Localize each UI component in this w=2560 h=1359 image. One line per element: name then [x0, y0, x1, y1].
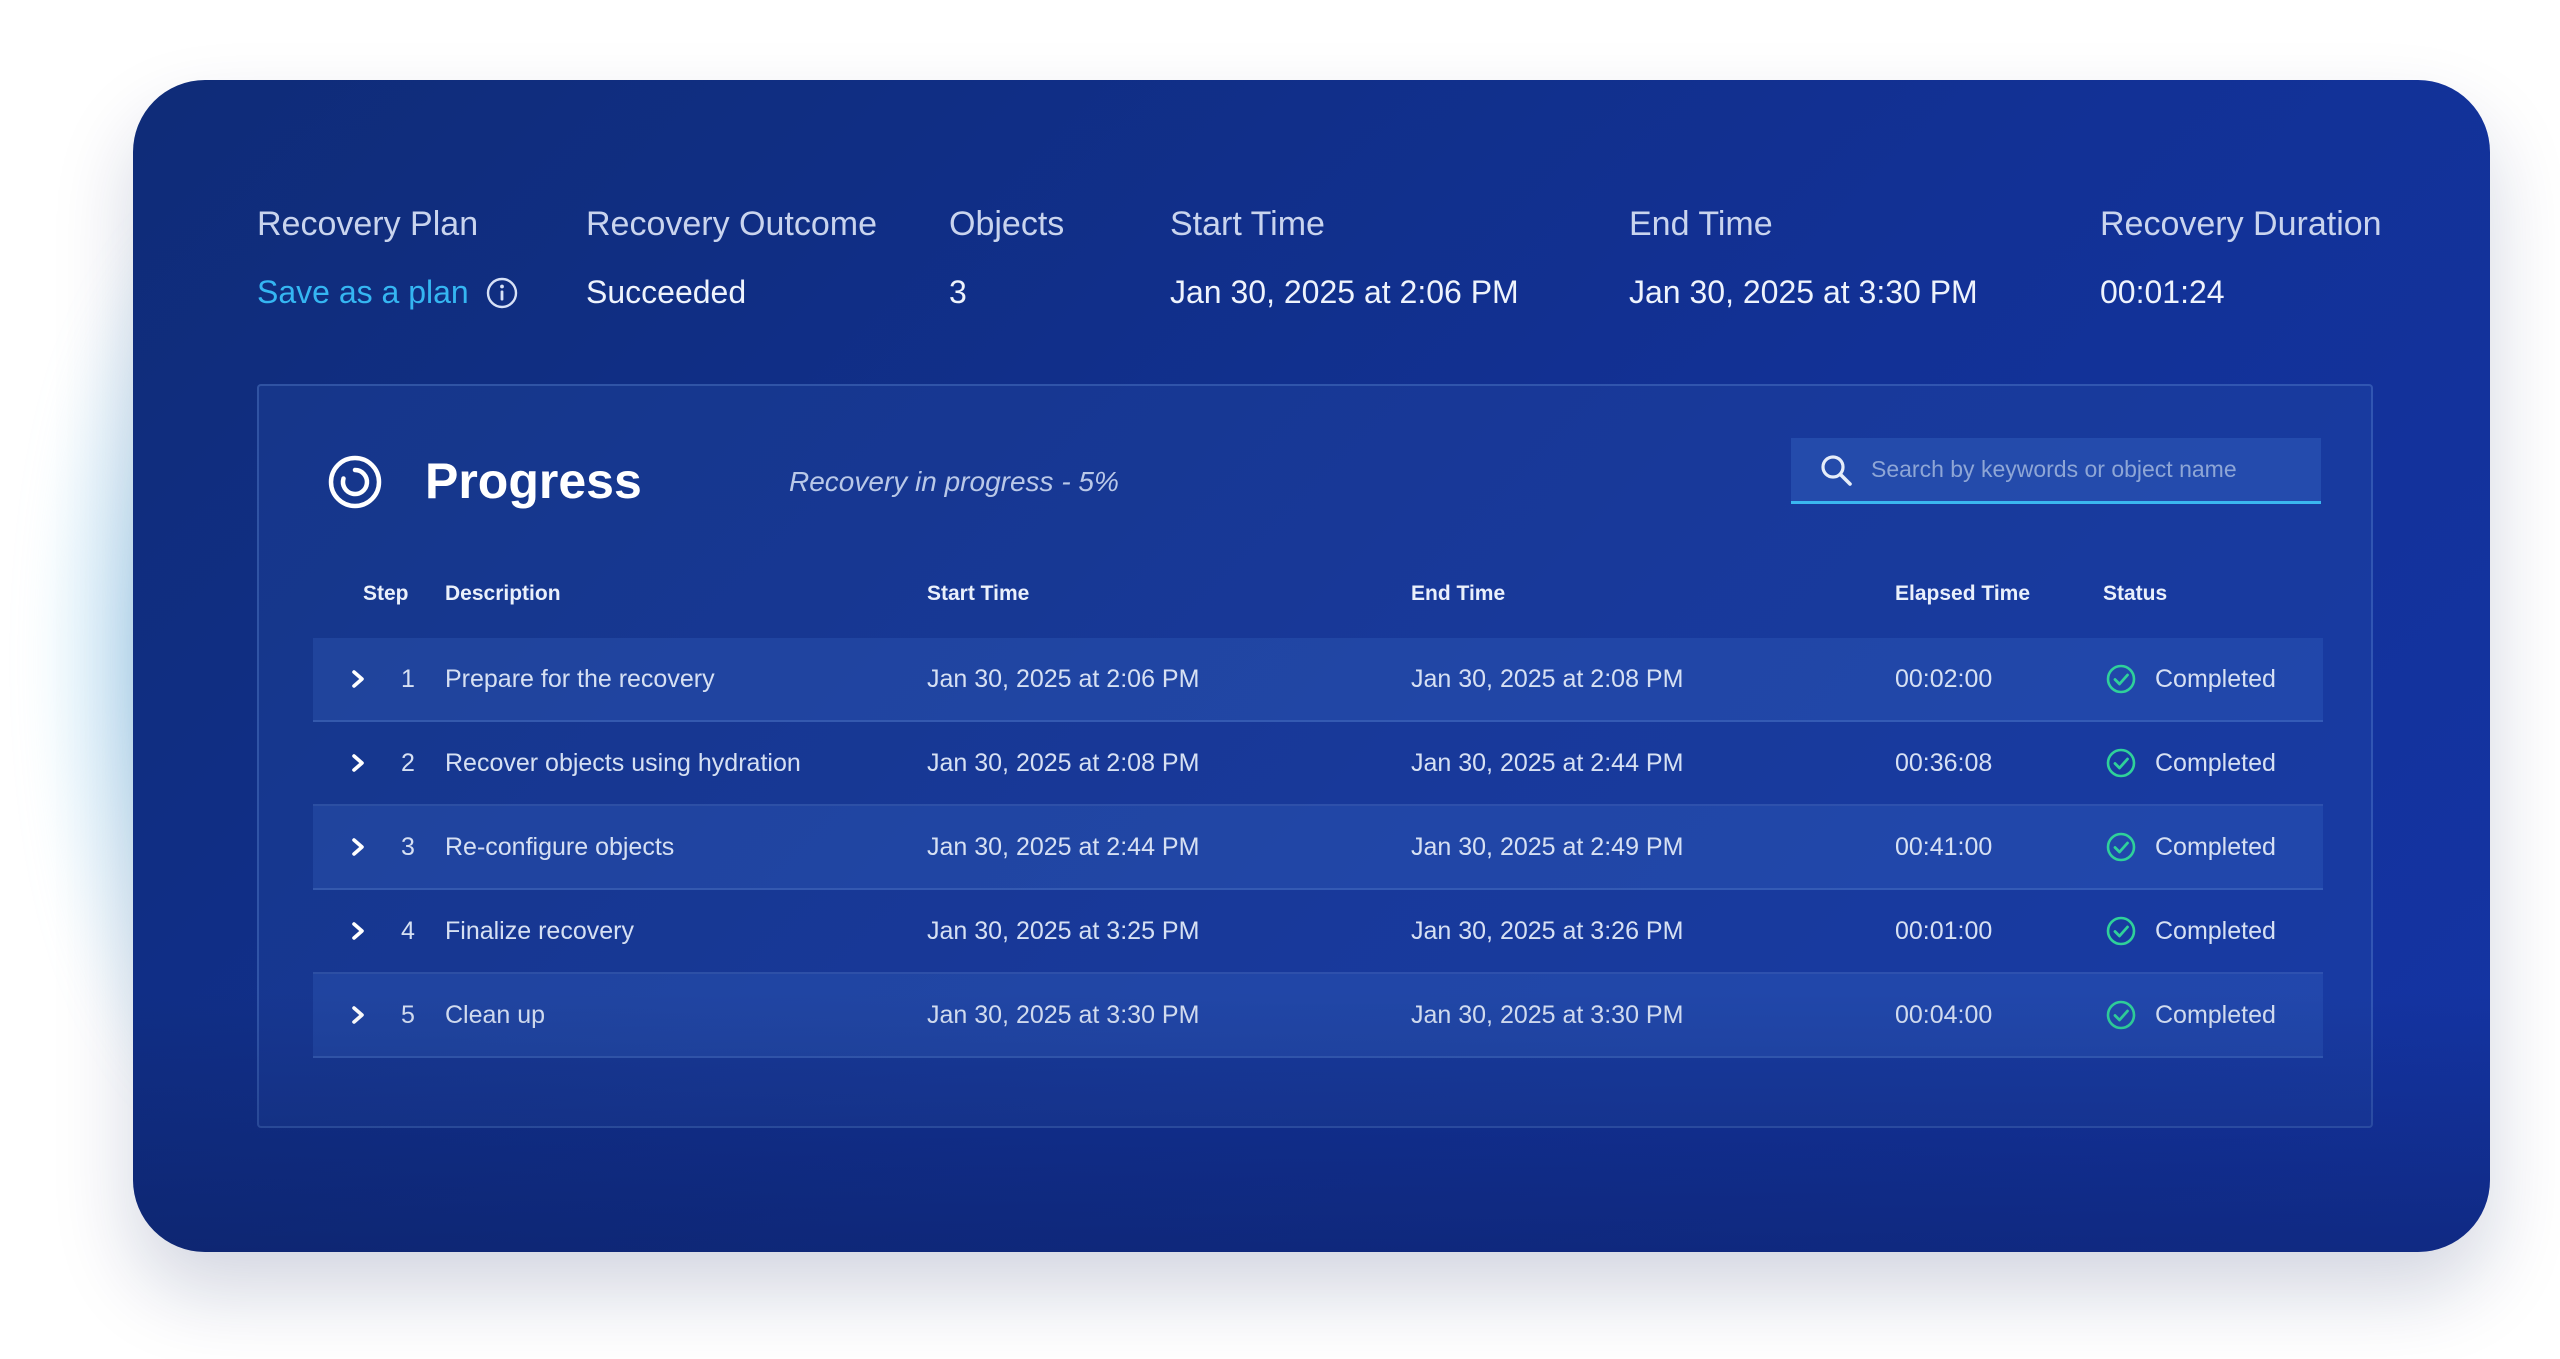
step-description: Re-configure objects	[445, 832, 675, 861]
check-circle-icon	[2106, 1000, 2136, 1030]
table-row[interactable]: 2 Recover objects using hydration Jan 30…	[313, 722, 2323, 806]
progress-header: Progress Recovery in progress - 5%	[259, 386, 2371, 566]
progress-spinner-icon	[327, 454, 383, 510]
status-label: Completed	[2155, 916, 2276, 945]
summary-end-time: End Time Jan 30, 2025 at 3:30 PM	[1629, 205, 1978, 311]
table-row[interactable]: 4 Finalize recovery Jan 30, 2025 at 3:25…	[313, 890, 2323, 974]
step-status: Completed	[2105, 638, 2276, 720]
expand-row-button[interactable]	[349, 722, 373, 804]
search-box[interactable]	[1791, 438, 2321, 504]
step-number: 2	[401, 748, 415, 777]
step-number: 5	[401, 1000, 415, 1029]
step-description: Recover objects using hydration	[445, 748, 801, 777]
step-end-time: Jan 30, 2025 at 3:30 PM	[1411, 1000, 1684, 1029]
step-elapsed-time: 00:36:08	[1895, 748, 1993, 777]
recovery-outcome-label: Recovery Outcome	[586, 205, 877, 243]
end-time-label: End Time	[1629, 205, 1773, 243]
step-status: Completed	[2105, 974, 2276, 1056]
check-circle-icon	[2106, 748, 2136, 778]
step-description: Finalize recovery	[445, 916, 634, 945]
step-number: 3	[401, 832, 415, 861]
step-description: Clean up	[445, 1000, 546, 1029]
info-icon[interactable]	[485, 276, 519, 310]
status-label: Completed	[2155, 832, 2276, 861]
summary-recovery-plan: Recovery Plan Save as a plan	[257, 205, 519, 311]
search-input[interactable]	[1871, 456, 2311, 483]
step-elapsed-time: 00:41:00	[1895, 832, 1993, 861]
column-header-elapsed-time[interactable]: Elapsed Time	[1895, 582, 2030, 606]
table-row[interactable]: 5 Clean up Jan 30, 2025 at 3:30 PM Jan 3…	[313, 974, 2323, 1058]
summary-objects: Objects 3	[949, 205, 1064, 311]
steps-table-body: 1 Prepare for the recovery Jan 30, 2025 …	[313, 638, 2323, 1058]
recovery-outcome-value: Succeeded	[586, 274, 747, 310]
recovery-card: Recovery Plan Save as a plan Recovery Ou…	[133, 80, 2490, 1252]
step-start-time: Jan 30, 2025 at 2:44 PM	[927, 832, 1200, 861]
step-start-time: Jan 30, 2025 at 2:06 PM	[927, 664, 1200, 693]
start-time-value: Jan 30, 2025 at 2:06 PM	[1170, 274, 1519, 310]
recovery-duration-label: Recovery Duration	[2100, 205, 2382, 243]
step-elapsed-time: 00:04:00	[1895, 1000, 1993, 1029]
column-header-step[interactable]: Step	[363, 582, 409, 606]
table-header: Step Description Start Time End Time Ela…	[259, 582, 2371, 622]
progress-status-text: Recovery in progress - 5%	[789, 466, 1119, 497]
table-row[interactable]: 3 Re-configure objects Jan 30, 2025 at 2…	[313, 806, 2323, 890]
summary-start-time: Start Time Jan 30, 2025 at 2:06 PM	[1170, 205, 1519, 311]
end-time-value: Jan 30, 2025 at 3:30 PM	[1629, 274, 1978, 310]
expand-row-button[interactable]	[349, 806, 373, 888]
progress-panel: Progress Recovery in progress - 5% Step …	[257, 384, 2373, 1128]
step-end-time: Jan 30, 2025 at 2:49 PM	[1411, 832, 1684, 861]
step-description: Prepare for the recovery	[445, 664, 715, 693]
stage: Recovery Plan Save as a plan Recovery Ou…	[0, 0, 2560, 1359]
table-row[interactable]: 1 Prepare for the recovery Jan 30, 2025 …	[313, 638, 2323, 722]
step-status: Completed	[2105, 890, 2276, 972]
objects-label: Objects	[949, 205, 1065, 243]
chevron-right-icon	[352, 838, 364, 856]
recovery-plan-value: Save as a plan	[257, 274, 519, 311]
step-end-time: Jan 30, 2025 at 2:44 PM	[1411, 748, 1684, 777]
chevron-right-icon	[352, 754, 364, 772]
save-as-plan-link[interactable]: Save as a plan	[257, 274, 469, 311]
recovery-summary: Recovery Plan Save as a plan Recovery Ou…	[133, 80, 2490, 420]
step-start-time: Jan 30, 2025 at 3:30 PM	[927, 1000, 1200, 1029]
column-header-end-time[interactable]: End Time	[1411, 582, 1505, 606]
step-number: 1	[401, 664, 415, 693]
status-label: Completed	[2155, 748, 2276, 777]
progress-title: Progress	[425, 453, 642, 509]
chevron-right-icon	[352, 1006, 364, 1024]
status-label: Completed	[2155, 664, 2276, 693]
column-header-start-time[interactable]: Start Time	[927, 582, 1029, 606]
summary-recovery-outcome: Recovery Outcome Succeeded	[586, 205, 877, 311]
status-label: Completed	[2155, 1000, 2276, 1029]
expand-row-button[interactable]	[349, 890, 373, 972]
step-end-time: Jan 30, 2025 at 3:26 PM	[1411, 916, 1684, 945]
step-start-time: Jan 30, 2025 at 2:08 PM	[927, 748, 1200, 777]
column-header-status[interactable]: Status	[2103, 582, 2167, 606]
start-time-label: Start Time	[1170, 205, 1325, 243]
step-elapsed-time: 00:01:00	[1895, 916, 1993, 945]
summary-recovery-duration: Recovery Duration 00:01:24	[2100, 205, 2382, 311]
step-status: Completed	[2105, 806, 2276, 888]
check-circle-icon	[2106, 664, 2136, 694]
step-start-time: Jan 30, 2025 at 3:25 PM	[927, 916, 1200, 945]
recovery-duration-value: 00:01:24	[2100, 274, 2225, 310]
step-elapsed-time: 00:02:00	[1895, 664, 1993, 693]
expand-row-button[interactable]	[349, 638, 373, 720]
objects-value: 3	[949, 274, 967, 310]
chevron-right-icon	[352, 670, 364, 688]
step-status: Completed	[2105, 722, 2276, 804]
recovery-plan-label: Recovery Plan	[257, 205, 479, 243]
step-end-time: Jan 30, 2025 at 2:08 PM	[1411, 664, 1684, 693]
step-number: 4	[401, 916, 415, 945]
check-circle-icon	[2106, 832, 2136, 862]
expand-row-button[interactable]	[349, 974, 373, 1056]
check-circle-icon	[2106, 916, 2136, 946]
column-header-description[interactable]: Description	[445, 582, 561, 606]
chevron-right-icon	[352, 922, 364, 940]
search-icon	[1819, 453, 1853, 487]
